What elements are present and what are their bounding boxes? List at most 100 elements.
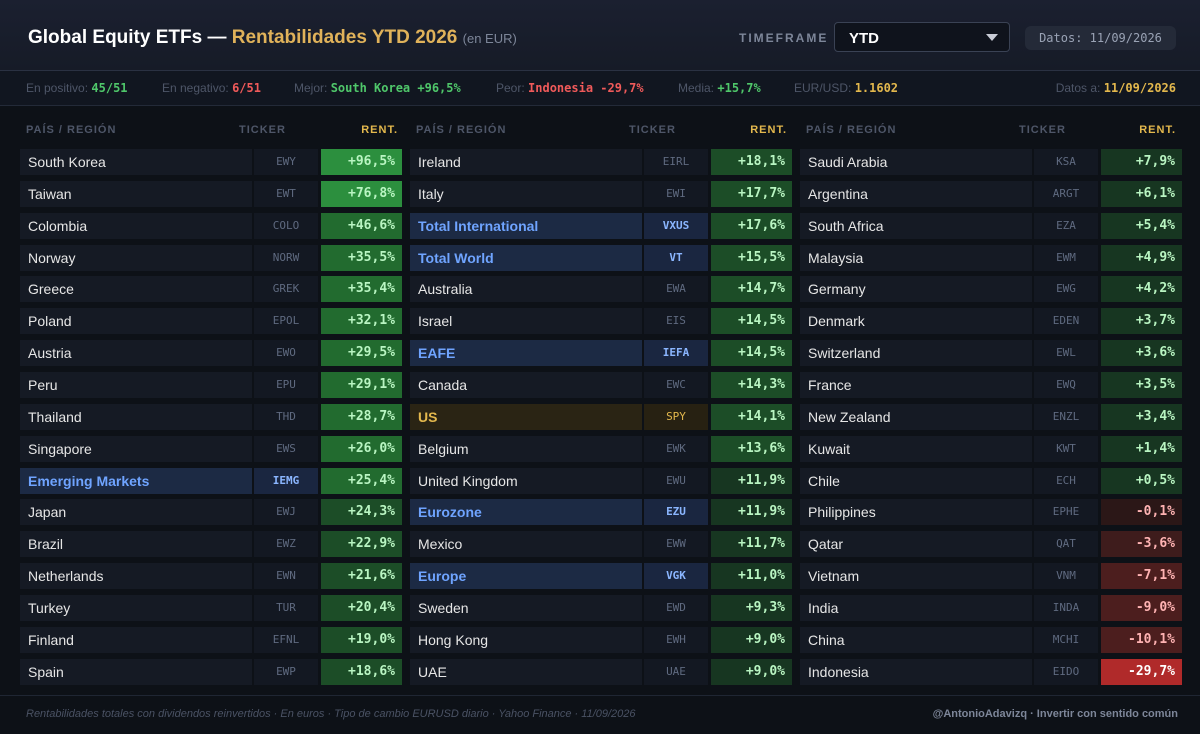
return-value: +3,5%: [1101, 372, 1182, 398]
ticker-symbol: UAE: [644, 659, 708, 685]
stats-bar: En positivo: 45/51 En negativo: 6/51 Mej…: [0, 71, 1200, 106]
return-value: +14,7%: [711, 276, 792, 302]
return-value: +11,7%: [711, 531, 792, 557]
region-name: Philippines: [800, 499, 1032, 525]
ticker-symbol: EWI: [644, 181, 708, 207]
ticker-symbol: THD: [254, 404, 318, 430]
return-value: +11,9%: [711, 499, 792, 525]
ticker-symbol: COLO: [254, 213, 318, 239]
ticker-symbol: EWG: [1034, 276, 1098, 302]
region-name: United Kingdom: [410, 468, 642, 494]
table-row: Qatar QAT -3,6%: [800, 531, 1182, 557]
stat-worst: Peor: Indonesia -29,7%: [496, 71, 644, 105]
region-name: Chile: [800, 468, 1032, 494]
title-accent: Rentabilidades YTD 2026: [231, 27, 458, 48]
region-name: Sweden: [410, 595, 642, 621]
table-row: South Africa EZA +5,4%: [800, 213, 1182, 239]
ticker-symbol: EZA: [1034, 213, 1098, 239]
return-value: +9,0%: [711, 627, 792, 653]
ticker-symbol: EWC: [644, 372, 708, 398]
table-row: Hong Kong EWH +9,0%: [410, 627, 792, 653]
region-name: Ireland: [410, 149, 642, 175]
col-header-ticker: TICKER: [239, 124, 286, 136]
return-value: +18,6%: [321, 659, 402, 685]
table-row: Spain EWP +18,6%: [20, 659, 402, 685]
return-value: +20,4%: [321, 595, 402, 621]
return-value: +76,8%: [321, 181, 402, 207]
col-header-ticker: TICKER: [629, 124, 676, 136]
ticker-symbol: KSA: [1034, 149, 1098, 175]
ticker-symbol: EIDO: [1034, 659, 1098, 685]
region-name: South Africa: [800, 213, 1032, 239]
table-row: Vietnam VNM -7,1%: [800, 563, 1182, 589]
title-currency: (en EUR): [462, 31, 517, 46]
table-row: Canada EWC +14,3%: [410, 372, 792, 398]
header: Global Equity ETFs — Rentabilidades YTD …: [0, 0, 1200, 71]
return-value: +32,1%: [321, 308, 402, 334]
ticker-symbol: ECH: [1034, 468, 1098, 494]
ticker-symbol: EWQ: [1034, 372, 1098, 398]
table-row: Israel EIS +14,5%: [410, 308, 792, 334]
return-value: +0,5%: [1101, 468, 1182, 494]
region-name: Vietnam: [800, 563, 1032, 589]
return-value: +22,9%: [321, 531, 402, 557]
col-header-region: PAÍS / REGIÓN: [26, 124, 117, 136]
table-row: Total International VXUS +17,6%: [410, 213, 792, 239]
table-row: Kuwait KWT +1,4%: [800, 436, 1182, 462]
return-value: +13,6%: [711, 436, 792, 462]
region-name: Denmark: [800, 308, 1032, 334]
region-name: Norway: [20, 245, 252, 271]
col-header-ticker: TICKER: [1019, 124, 1066, 136]
table-row: US SPY +14,1%: [410, 404, 792, 430]
stat-mean-value: +15,7%: [717, 81, 761, 95]
return-value: +7,9%: [1101, 149, 1182, 175]
return-value: +6,1%: [1101, 181, 1182, 207]
region-name: Total International: [410, 213, 642, 239]
return-value: +19,0%: [321, 627, 402, 653]
return-value: +3,4%: [1101, 404, 1182, 430]
table-row: Chile ECH +0,5%: [800, 468, 1182, 494]
return-value: +5,4%: [1101, 213, 1182, 239]
ticker-symbol: EWN: [254, 563, 318, 589]
region-name: Malaysia: [800, 245, 1032, 271]
table-row: EAFE IEFA +14,5%: [410, 340, 792, 366]
table-row: Brazil EWZ +22,9%: [20, 531, 402, 557]
ticker-symbol: VNM: [1034, 563, 1098, 589]
return-value: +14,3%: [711, 372, 792, 398]
timeframe-label: TIMEFRAME: [739, 31, 829, 45]
return-value: +24,3%: [321, 499, 402, 525]
return-value: +14,5%: [711, 308, 792, 334]
region-name: Israel: [410, 308, 642, 334]
table-row: United Kingdom EWU +11,9%: [410, 468, 792, 494]
ticker-symbol: NORW: [254, 245, 318, 271]
table-row: Total World VT +15,5%: [410, 245, 792, 271]
region-name: US: [410, 404, 642, 430]
region-name: Mexico: [410, 531, 642, 557]
stat-best-value: South Korea +96,5%: [330, 81, 461, 95]
region-name: Total World: [410, 245, 642, 271]
ticker-symbol: EFNL: [254, 627, 318, 653]
table-row: Eurozone EZU +11,9%: [410, 499, 792, 525]
table-row: Germany EWG +4,2%: [800, 276, 1182, 302]
region-name: Poland: [20, 308, 252, 334]
ticker-symbol: EZU: [644, 499, 708, 525]
timeframe-value: YTD: [849, 30, 879, 47]
table-row: China MCHI -10,1%: [800, 627, 1182, 653]
timeframe-select[interactable]: YTD: [834, 22, 1010, 52]
stat-mean-label: Media:: [678, 81, 715, 95]
return-value: +11,9%: [711, 468, 792, 494]
region-name: Switzerland: [800, 340, 1032, 366]
region-name: EAFE: [410, 340, 642, 366]
return-value: +9,0%: [711, 659, 792, 685]
stat-fx-label: EUR/USD:: [794, 81, 852, 95]
return-value: +35,4%: [321, 276, 402, 302]
ticker-symbol: ENZL: [1034, 404, 1098, 430]
page-title: Global Equity ETFs — Rentabilidades YTD …: [28, 27, 517, 49]
return-value: +3,6%: [1101, 340, 1182, 366]
col-header-rent: RENT.: [361, 124, 398, 136]
region-name: Indonesia: [800, 659, 1032, 685]
col-header-rent: RENT.: [750, 124, 787, 136]
table-row: Italy EWI +17,7%: [410, 181, 792, 207]
region-name: India: [800, 595, 1032, 621]
stat-fx-value: 1.1602: [854, 81, 899, 95]
